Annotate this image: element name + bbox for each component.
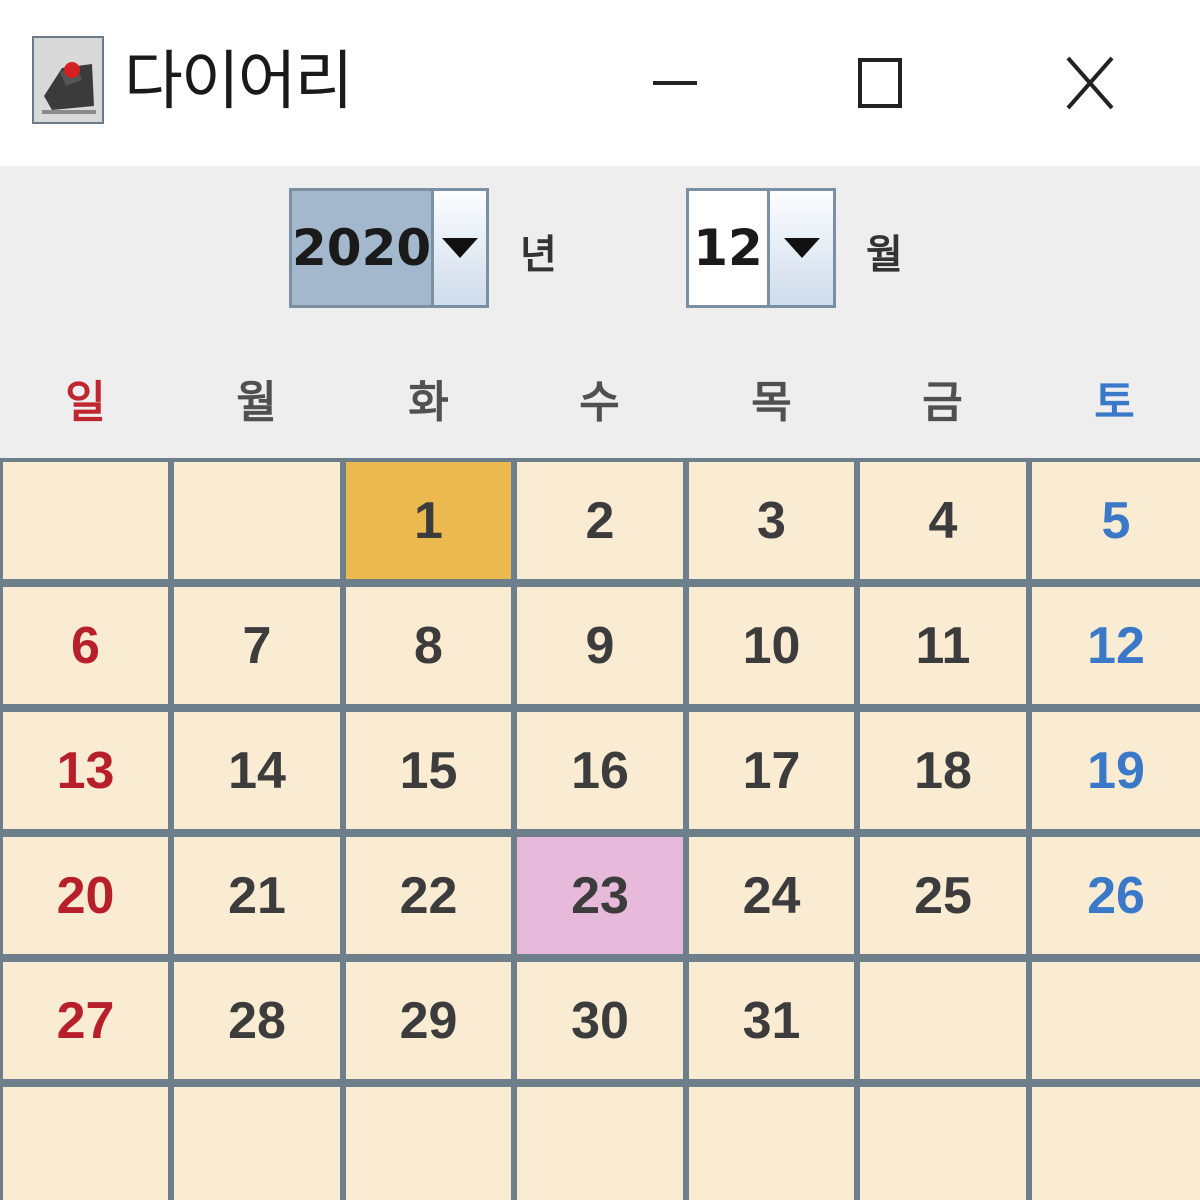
calendar-grid: 1 2 3 4 5 6 7 8 9 10 11 12 13 14 15 16 17 18 19 20 21 22 23 24 2… bbox=[0, 458, 1200, 1200]
day-cell[interactable]: 15 bbox=[346, 712, 511, 829]
day-cell[interactable]: 18 bbox=[860, 712, 1026, 829]
day-cell[interactable]: 20 bbox=[3, 837, 168, 954]
day-cell[interactable] bbox=[1032, 962, 1200, 1079]
day-cell[interactable]: 5 bbox=[1032, 462, 1200, 579]
day-cell[interactable]: 23 bbox=[517, 837, 683, 954]
day-cell[interactable] bbox=[517, 1087, 683, 1200]
day-cell[interactable]: 29 bbox=[346, 962, 511, 1079]
minimize-icon bbox=[653, 81, 697, 85]
day-cell[interactable]: 6 bbox=[3, 587, 168, 704]
day-cell[interactable]: 2 bbox=[517, 462, 683, 579]
day-cell[interactable]: 24 bbox=[689, 837, 854, 954]
year-unit-label: 년 bbox=[520, 232, 557, 278]
day-cell[interactable] bbox=[689, 1087, 854, 1200]
day-cell[interactable]: 10 bbox=[689, 587, 854, 704]
day-cell[interactable]: 28 bbox=[174, 962, 340, 1079]
day-cell[interactable]: 27 bbox=[3, 962, 168, 1079]
day-cell[interactable]: 30 bbox=[517, 962, 683, 1079]
day-cell[interactable]: 17 bbox=[689, 712, 854, 829]
chevron-down-icon bbox=[442, 238, 479, 258]
weekday-thu: 목 bbox=[751, 377, 792, 428]
java-app-icon bbox=[32, 36, 104, 124]
day-cell[interactable] bbox=[346, 1087, 511, 1200]
chevron-down-icon bbox=[783, 238, 820, 258]
title-bar: 다이어리 bbox=[0, 0, 1200, 166]
day-cell[interactable]: 4 bbox=[860, 462, 1026, 579]
weekday-wed: 수 bbox=[579, 377, 620, 428]
year-value: 2020 bbox=[292, 191, 432, 305]
day-cell[interactable]: 1 bbox=[346, 462, 511, 579]
day-cell[interactable]: 21 bbox=[174, 837, 340, 954]
close-button[interactable] bbox=[990, 0, 1190, 166]
weekday-sun: 일 bbox=[65, 377, 106, 428]
day-cell[interactable]: 31 bbox=[689, 962, 854, 1079]
day-cell[interactable]: 12 bbox=[1032, 587, 1200, 704]
day-cell[interactable] bbox=[174, 1087, 340, 1200]
day-cell[interactable]: 16 bbox=[517, 712, 683, 829]
day-cell[interactable] bbox=[860, 962, 1026, 1079]
year-dropdown-button[interactable] bbox=[431, 191, 486, 305]
day-cell[interactable] bbox=[3, 1087, 168, 1200]
weekday-fri: 금 bbox=[922, 377, 963, 428]
day-cell[interactable]: 3 bbox=[689, 462, 854, 579]
year-select[interactable]: 2020 bbox=[289, 188, 489, 308]
day-cell[interactable]: 9 bbox=[517, 587, 683, 704]
day-cell[interactable]: 22 bbox=[346, 837, 511, 954]
day-cell[interactable]: 8 bbox=[346, 587, 511, 704]
day-cell[interactable] bbox=[174, 462, 340, 579]
day-cell[interactable]: 14 bbox=[174, 712, 340, 829]
maximize-icon bbox=[858, 58, 902, 108]
month-dropdown-button[interactable] bbox=[767, 191, 833, 305]
day-cell[interactable]: 11 bbox=[860, 587, 1026, 704]
weekday-mon: 월 bbox=[236, 377, 277, 428]
month-unit-label: 월 bbox=[866, 232, 903, 278]
month-select[interactable]: 12 bbox=[686, 188, 836, 308]
day-cell[interactable] bbox=[1032, 1087, 1200, 1200]
day-cell[interactable] bbox=[3, 462, 168, 579]
day-cell[interactable]: 13 bbox=[3, 712, 168, 829]
month-value: 12 bbox=[693, 219, 763, 277]
day-cell[interactable]: 7 bbox=[174, 587, 340, 704]
weekday-tue: 화 bbox=[408, 377, 449, 428]
maximize-button[interactable] bbox=[780, 0, 980, 166]
day-cell[interactable]: 19 bbox=[1032, 712, 1200, 829]
close-icon bbox=[1066, 56, 1114, 110]
weekday-sat: 토 bbox=[1094, 377, 1135, 428]
window-title: 다이어리 bbox=[124, 45, 354, 119]
minimize-button[interactable] bbox=[575, 0, 775, 166]
day-cell[interactable]: 25 bbox=[860, 837, 1026, 954]
day-cell[interactable] bbox=[860, 1087, 1026, 1200]
day-cell[interactable]: 26 bbox=[1032, 837, 1200, 954]
